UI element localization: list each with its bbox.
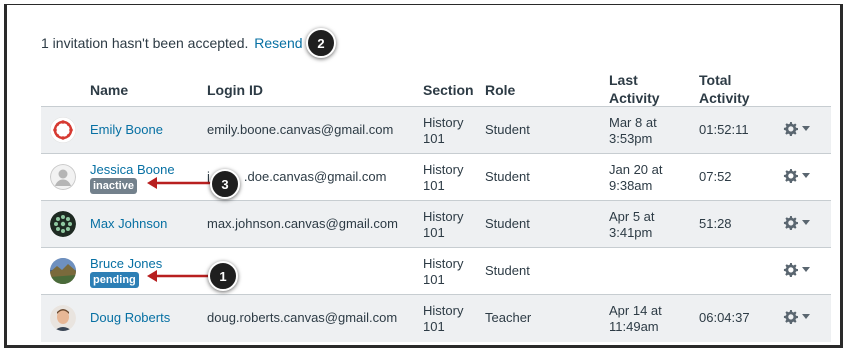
column-last-activity-header: Last Activity <box>609 72 660 106</box>
total-activity-cell: 07:52 <box>699 169 732 184</box>
section-cell: History 101 <box>423 115 464 146</box>
chevron-down-icon <box>802 314 810 319</box>
face-photo-icon[interactable] <box>50 305 76 331</box>
table-row: Jessica Boone inactive j .doe.canvas@gmai… <box>41 154 831 201</box>
table-row: Max Johnson max.johnson.canvas@gmail.com… <box>41 201 831 248</box>
role-cell: Student <box>485 122 530 137</box>
login-id: max.johnson.canvas@gmail.com <box>207 216 398 231</box>
default-person-icon[interactable] <box>50 164 76 190</box>
gear-icon <box>783 309 798 324</box>
total-activity-cell: 51:28 <box>699 216 732 231</box>
inactive-badge: inactive <box>90 178 137 194</box>
gear-icon <box>783 215 798 230</box>
pattern-red-icon[interactable] <box>50 117 76 143</box>
role-cell: Student <box>485 169 530 184</box>
table-header: Name Login ID Section Role Last Activity… <box>7 71 840 107</box>
column-section-header: Section <box>423 82 474 98</box>
chevron-down-icon <box>802 220 810 225</box>
login-id: emily.boone.canvas@gmail.com <box>207 122 394 137</box>
section-cell: History 101 <box>423 162 464 193</box>
user-name-link[interactable]: Jessica Boone <box>90 162 175 177</box>
column-name-header: Name <box>90 82 129 98</box>
last-activity-cell: Apr 14 at 11:49am <box>609 303 662 334</box>
column-total-activity-header: Total Activity <box>699 72 750 106</box>
last-activity-cell: Jan 20 at 9:38am <box>609 162 663 193</box>
user-options-menu[interactable] <box>783 309 810 324</box>
gear-icon <box>783 121 798 136</box>
table-row: Emily Boone emily.boone.canvas@gmail.com… <box>41 107 831 154</box>
user-options-menu[interactable] <box>783 168 810 183</box>
total-activity-cell: 01:52:11 <box>699 122 749 137</box>
last-activity-cell: Mar 8 at 3:53pm <box>609 115 657 146</box>
chevron-down-icon <box>802 267 810 272</box>
last-activity-cell: Apr 5 at 3:41pm <box>609 209 655 240</box>
user-options-menu[interactable] <box>783 121 810 136</box>
user-name-link[interactable]: Emily Boone <box>90 122 163 137</box>
section-cell: History 101 <box>423 256 464 287</box>
column-login-header: Login ID <box>207 82 263 98</box>
section-cell: History 101 <box>423 209 464 240</box>
resend-link[interactable]: Resend <box>254 35 302 51</box>
pattern-green-icon[interactable] <box>50 211 76 237</box>
role-cell: Student <box>485 216 530 231</box>
table-row: Doug Roberts doug.roberts.canvas@gmail.c… <box>41 295 831 342</box>
callout-1: 1 <box>208 261 238 291</box>
gear-icon <box>783 168 798 183</box>
gear-icon <box>783 262 798 277</box>
chevron-down-icon <box>802 173 810 178</box>
people-table: Emily Boone emily.boone.canvas@gmail.com… <box>41 106 831 342</box>
invitation-notice: 1 invitation hasn't been accepted. Resen… <box>41 35 303 51</box>
section-cell: History 101 <box>423 303 464 334</box>
callout-2: 2 <box>306 28 336 58</box>
user-name-link[interactable]: Doug Roberts <box>90 310 170 325</box>
pending-badge: pending <box>90 272 139 288</box>
total-activity-cell: 06:04:37 <box>699 310 750 325</box>
table-row: Bruce Jones pending History 101 Student <box>41 248 831 295</box>
people-panel: 1 invitation hasn't been accepted. Resen… <box>4 4 843 348</box>
user-name-link[interactable]: Bruce Jones <box>90 256 162 271</box>
callout-3: 3 <box>210 169 240 199</box>
user-options-menu[interactable] <box>783 262 810 277</box>
chevron-down-icon <box>802 126 810 131</box>
landscape-photo-icon[interactable] <box>50 258 76 284</box>
user-options-menu[interactable] <box>783 215 810 230</box>
login-id: doug.roberts.canvas@gmail.com <box>207 310 398 325</box>
role-cell: Teacher <box>485 310 532 325</box>
invitation-notice-text: 1 invitation hasn't been accepted. <box>41 35 249 51</box>
column-role-header: Role <box>485 82 516 98</box>
user-name-link[interactable]: Max Johnson <box>90 216 167 231</box>
role-cell: Student <box>485 263 530 278</box>
